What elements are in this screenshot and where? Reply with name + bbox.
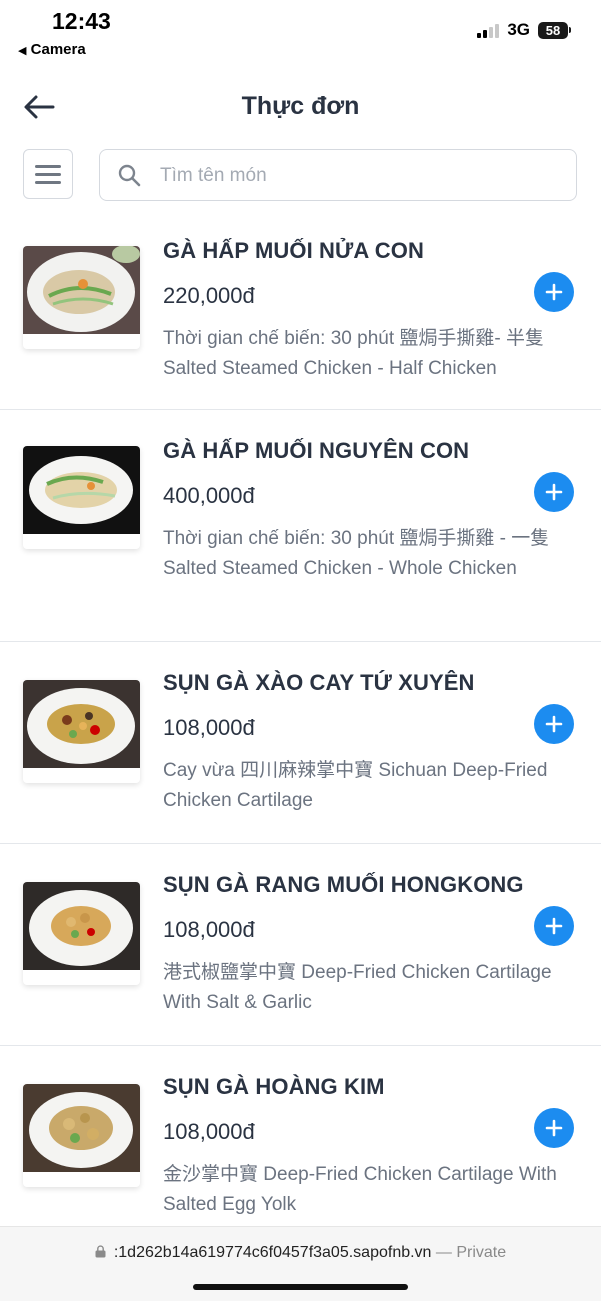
item-description: 港式椒鹽掌中寶 Deep-Fried Chicken Cartilage Wit… [163, 962, 552, 1013]
menu-item[interactable]: GÀ HẤP MUỐI NỬA CON 220,000đ Thời gian c… [0, 220, 601, 410]
item-description: Thời gian chế biến: 30 phút 鹽焗手撕雞- 半隻 Sa… [163, 328, 545, 379]
signal-icon [477, 22, 500, 38]
plus-icon [545, 917, 563, 935]
back-app-label: Camera [30, 41, 86, 58]
item-price: 220,000đ [163, 283, 255, 308]
home-indicator[interactable] [193, 1284, 408, 1290]
item-price: 108,000đ [163, 917, 255, 942]
browser-bottom-bar: :1d262b14a619774c6f0457f3a05.sapofnb.vn … [0, 1226, 601, 1301]
item-name: SỤN GÀ RANG MUỐI HONGKONG [163, 872, 524, 897]
battery-icon: 58 [538, 21, 571, 39]
back-to-app-link[interactable]: ◀ Camera [18, 41, 86, 58]
dish-image [23, 680, 140, 783]
dish-image [23, 446, 140, 549]
dish-image [23, 1084, 140, 1187]
search-icon [118, 164, 141, 187]
item-name: SỤN GÀ HOÀNG KIM [163, 1074, 385, 1099]
add-to-cart-button[interactable] [534, 1108, 574, 1148]
menu-item[interactable]: SỤN GÀ RANG MUỐI HONGKONG 108,000đ 港式椒鹽掌… [0, 844, 601, 1046]
item-description: 金沙掌中寶 Deep-Fried Chicken Cartilage With … [163, 1164, 557, 1215]
url-text: :1d262b14a619774c6f0457f3a05.sapofnb.vn [113, 1244, 432, 1261]
search-input[interactable] [158, 158, 562, 194]
search-box[interactable] [99, 149, 577, 201]
page-title: Thực đơn [241, 92, 360, 120]
lock-icon [95, 1245, 106, 1258]
item-price: 400,000đ [163, 483, 255, 508]
address-bar[interactable]: :1d262b14a619774c6f0457f3a05.sapofnb.vn … [0, 1244, 601, 1262]
item-description: Cay vừa 四川麻辣掌中寶 Sichuan Deep-Fried Chick… [163, 760, 548, 811]
menu-item-list: GÀ HẤP MUỐI NỬA CON 220,000đ Thời gian c… [0, 220, 601, 1256]
item-price: 108,000đ [163, 1119, 255, 1144]
add-to-cart-button[interactable] [534, 704, 574, 744]
item-name: GÀ HẤP MUỐI NGUYÊN CON [163, 438, 470, 463]
plus-icon [545, 483, 563, 501]
menu-item[interactable]: SỤN GÀ XÀO CAY TỨ XUYÊN 108,000đ Cay vừa… [0, 642, 601, 844]
menu-item[interactable]: GÀ HẤP MUỐI NGUYÊN CON 400,000đ Thời gia… [0, 410, 601, 642]
plus-icon [545, 283, 563, 301]
plus-icon [545, 1119, 563, 1137]
dish-image [23, 246, 140, 349]
back-triangle-icon: ◀ [18, 45, 27, 57]
add-to-cart-button[interactable] [534, 472, 574, 512]
item-description: Thời gian chế biến: 30 phút 鹽焗手撕雞 - 一隻 S… [163, 528, 550, 579]
private-label: — Private [435, 1244, 507, 1261]
status-time: 12:43 [52, 8, 111, 34]
category-menu-button[interactable] [23, 149, 73, 199]
add-to-cart-button[interactable] [534, 906, 574, 946]
item-price: 108,000đ [163, 715, 255, 740]
menu-item[interactable]: SỤN GÀ HOÀNG KIM 108,000đ 金沙掌中寶 Deep-Fri… [0, 1046, 601, 1256]
add-to-cart-button[interactable] [534, 272, 574, 312]
item-name: GÀ HẤP MUỐI NỬA CON [163, 238, 424, 263]
item-name: SỤN GÀ XÀO CAY TỨ XUYÊN [163, 670, 475, 695]
battery-level: 58 [538, 21, 568, 39]
network-type: 3G [507, 20, 530, 39]
dish-image [23, 882, 140, 985]
plus-icon [545, 715, 563, 733]
